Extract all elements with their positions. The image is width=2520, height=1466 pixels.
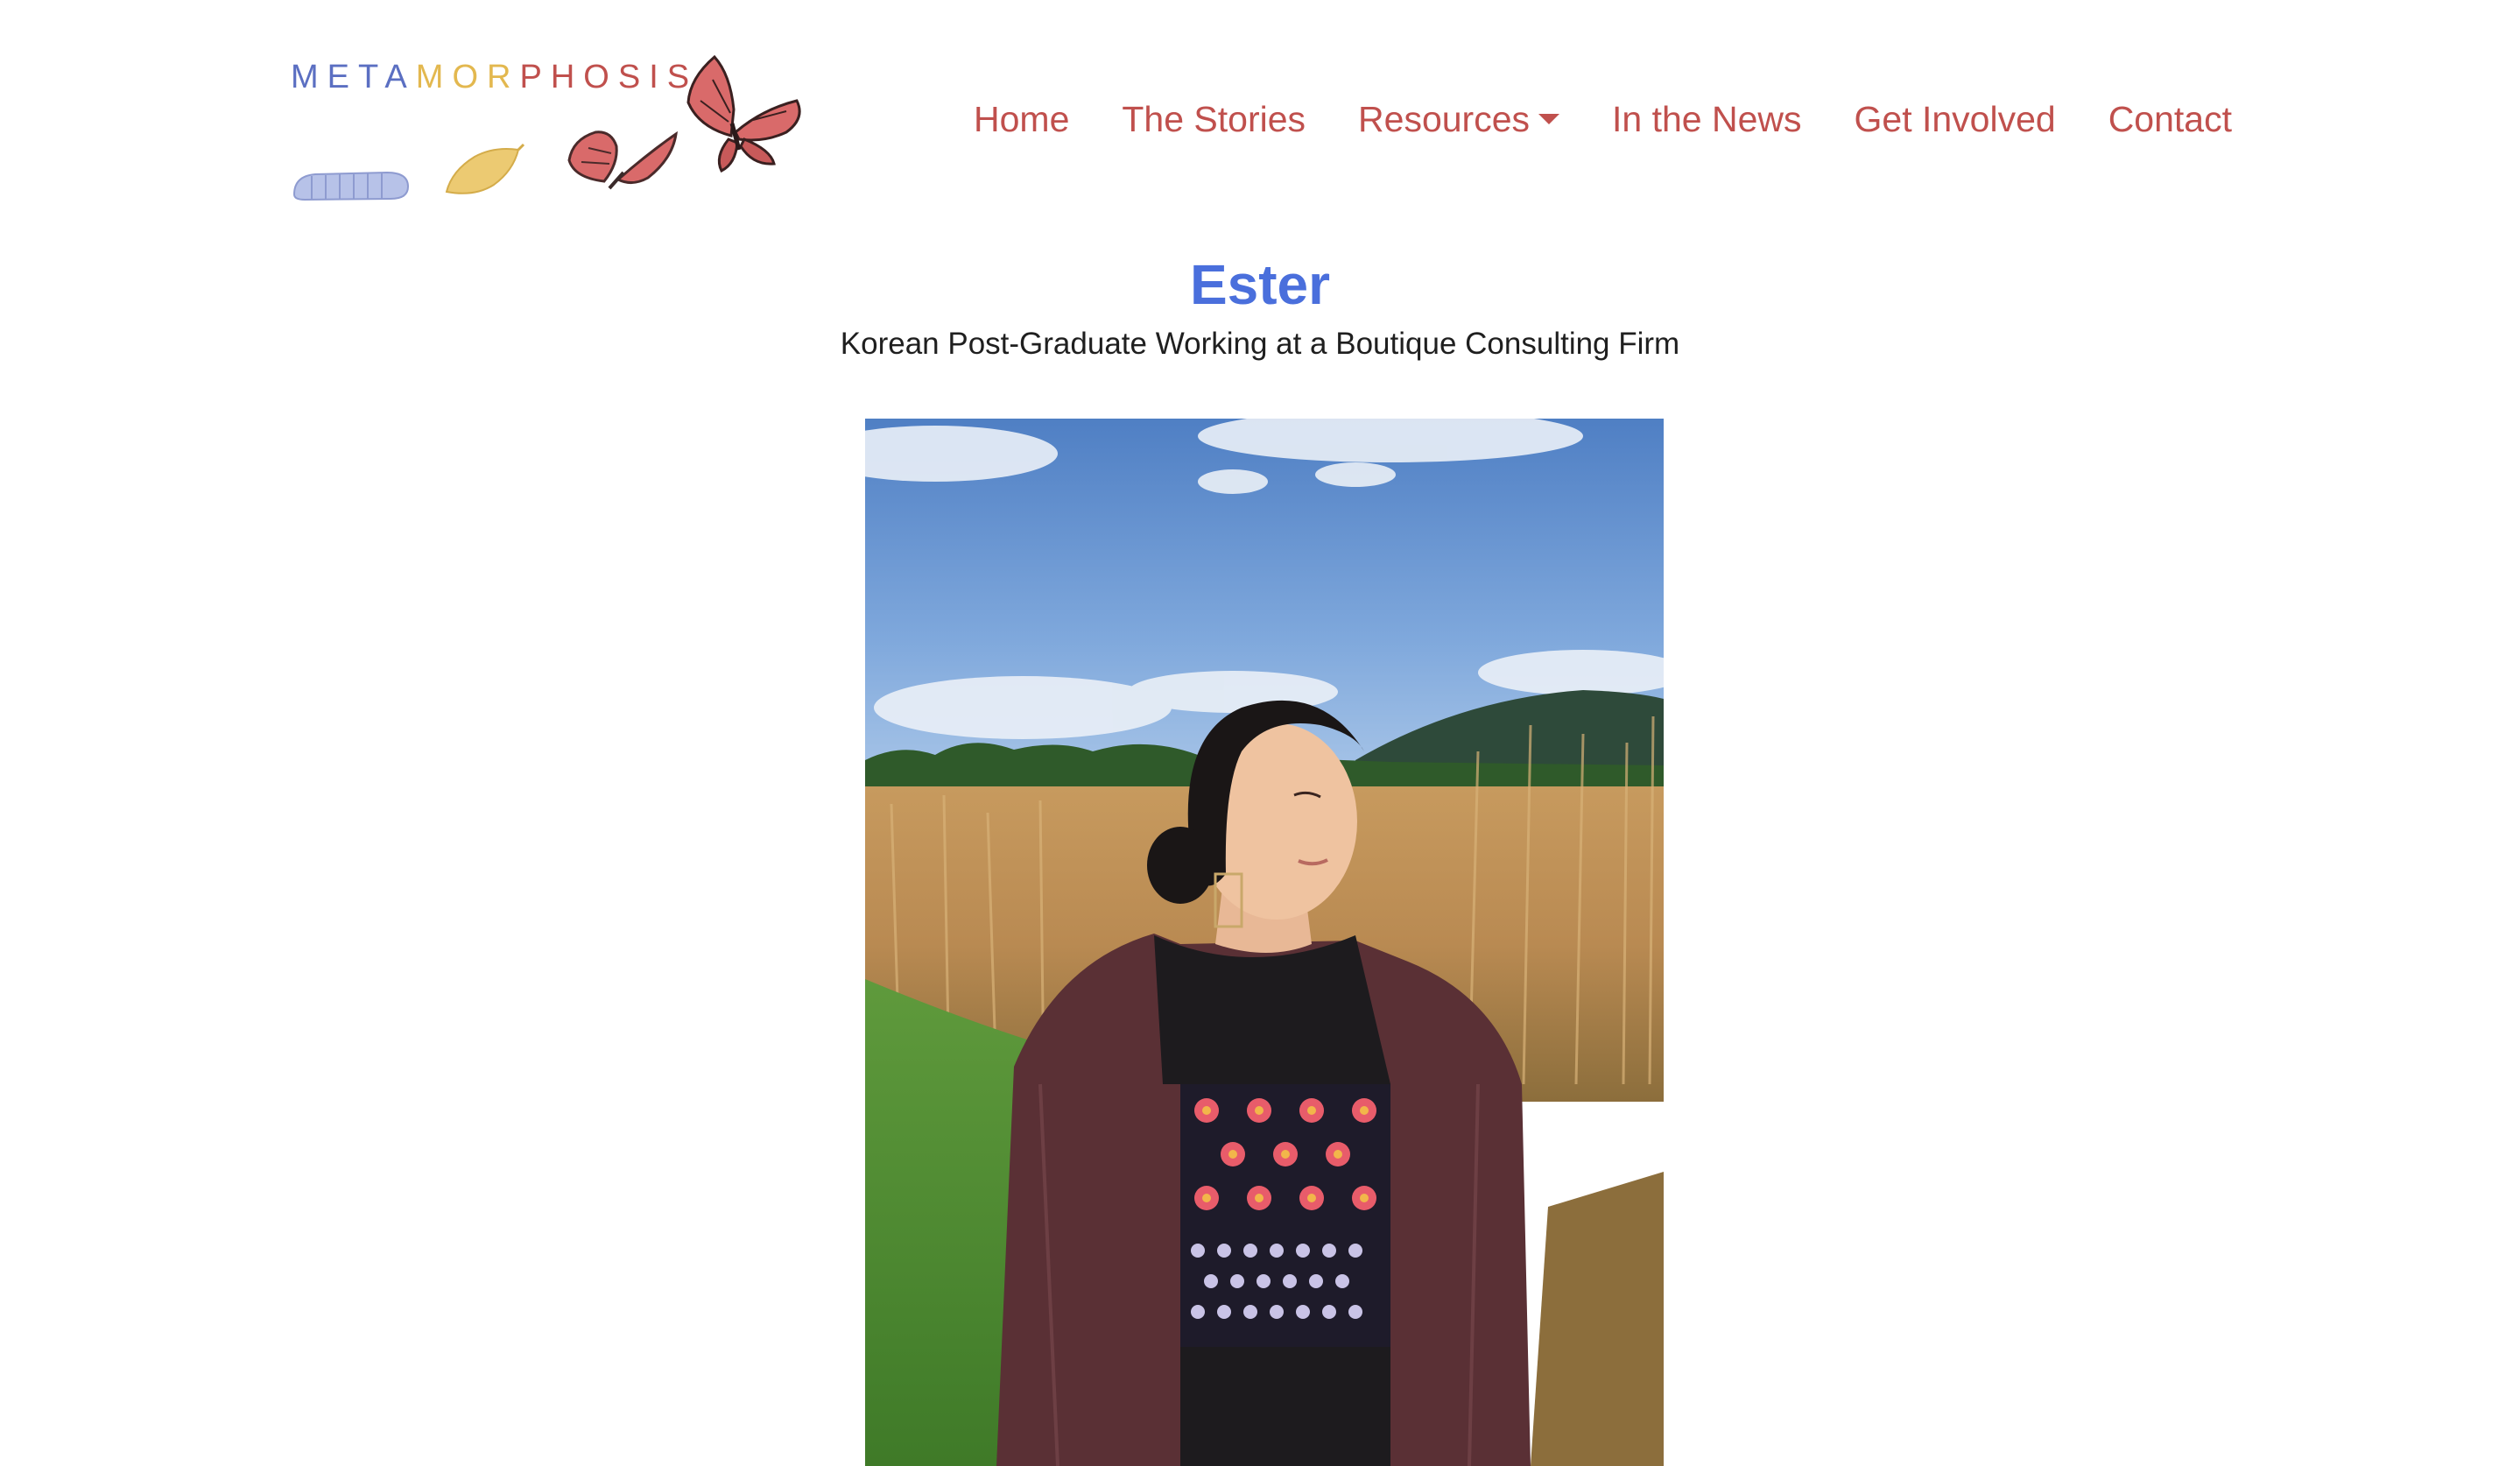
site-logo-link[interactable]: METAMORPHOSIS <box>280 48 823 206</box>
nav-link-in-the-news[interactable]: In the News <box>1612 99 1802 140</box>
story-header: Ester Korean Post-Graduate Working at a … <box>0 250 2520 363</box>
logo-letter: A <box>384 59 416 95</box>
main-nav: Home The Stories Resources In the News G… <box>974 93 2232 145</box>
logo-letter: E <box>327 59 359 95</box>
caterpillar-icon <box>292 171 410 201</box>
logo-letter: M <box>415 59 453 95</box>
nav-link-label: Resources <box>1358 98 1531 139</box>
nav-link-label: Home <box>974 98 1070 139</box>
logo-letter: H <box>550 59 584 95</box>
logo-letter: P <box>519 59 551 95</box>
nav-link-label: Get Involved <box>1854 98 2056 139</box>
caret-down-icon <box>1538 114 1560 124</box>
nav-link-label: In the News <box>1612 98 1802 139</box>
logo-letter: O <box>452 59 487 95</box>
story-title: Ester <box>1189 253 1331 316</box>
nav-link-get-involved[interactable]: Get Involved <box>1855 99 2056 140</box>
logo-letter: M <box>291 59 327 95</box>
story-portrait-photo <box>865 419 1664 1466</box>
logo-letter: O <box>583 59 618 95</box>
nav-link-label: The Stories <box>1122 98 1306 139</box>
nav-link-the-stories[interactable]: The Stories <box>1122 99 1306 140</box>
nav-link-label: Contact <box>2108 98 2233 139</box>
logo-letter: S <box>666 59 699 95</box>
chrysalis-icon <box>445 143 525 194</box>
butterfly-icon <box>567 130 678 190</box>
nav-dropdown-resources[interactable]: Resources <box>1358 98 1560 140</box>
logo-wordmark: METAMORPHOSIS <box>291 60 698 94</box>
logo-letter: S <box>617 59 650 95</box>
butterfly-icon <box>686 54 801 173</box>
portrait-illustration <box>865 419 1664 1466</box>
story-subtitle: Korean Post-Graduate Working at a Boutiq… <box>840 327 1680 361</box>
logo-letter: I <box>649 59 667 95</box>
nav-link-contact[interactable]: Contact <box>2108 99 2232 140</box>
nav-link-home[interactable]: Home <box>974 99 1069 140</box>
logo-letter: R <box>487 59 520 95</box>
logo-letter: T <box>358 59 385 95</box>
